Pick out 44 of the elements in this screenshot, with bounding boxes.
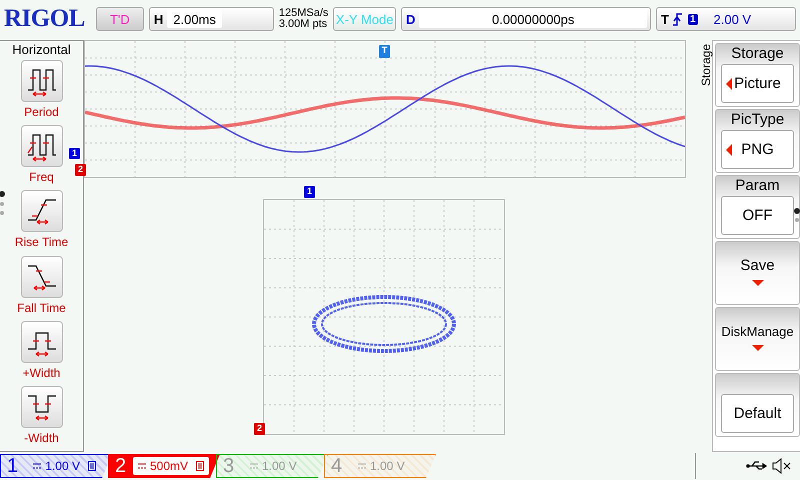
menu-title: Horizontal — [12, 42, 71, 57]
softkey[interactable]: DiskManage — [715, 307, 800, 371]
channel-scale: 500mV — [150, 459, 188, 473]
channel-scale: 1.00 V — [262, 459, 297, 473]
mode-display: X-Y Mode — [333, 7, 396, 31]
menu-label: -Width — [24, 430, 59, 445]
timebase-label: H — [152, 12, 164, 26]
softkey-title: PicType — [730, 110, 784, 130]
softkey-value[interactable]: Picture — [720, 64, 794, 103]
timebase-value: 2.00ms — [167, 10, 222, 28]
menu-title: Storage — [700, 44, 712, 86]
y-channel-marker[interactable]: 2 — [254, 423, 265, 435]
channel-scale: 1.00 V — [370, 459, 405, 473]
trigger-source: 1 — [688, 14, 698, 24]
delay-value: 0.00000000ps — [419, 10, 647, 28]
channel-number: 1 — [7, 454, 20, 478]
channel-tab[interactable]: 2 500mV — [108, 454, 220, 478]
channel-number: 3 — [223, 454, 236, 478]
channel-scale: 1.00 V — [45, 459, 80, 473]
softkey-label: DiskManage — [721, 324, 794, 339]
trigger-level: 2.00 V — [714, 12, 752, 26]
trigger-label: T — [660, 12, 670, 26]
menu-label: Freq — [29, 170, 54, 184]
softkey-value[interactable]: OFF — [720, 196, 794, 235]
channel-number: 2 — [115, 454, 128, 478]
softkey-label: Save — [740, 257, 775, 274]
menu-label: Fall Time — [17, 300, 66, 315]
softkey-value[interactable]: PNG — [720, 130, 794, 169]
brand-logo: RIGOL — [4, 5, 85, 33]
channel-one-marker[interactable]: 1 — [69, 148, 80, 159]
menu-label: Period — [24, 105, 59, 119]
memory-depth: 3.00M pts — [278, 19, 328, 30]
softkey[interactable]: Save — [715, 241, 800, 305]
menu-label: Rise Time — [14, 235, 68, 250]
menu-label: +Width — [22, 366, 60, 380]
channel-number: 4 — [331, 454, 344, 478]
softkey[interactable]: Default — [720, 394, 794, 433]
softkey-title: Storage — [731, 44, 784, 64]
trigger-position-marker[interactable]: T — [379, 45, 390, 58]
delay-label: D — [405, 12, 416, 26]
x-channel-marker[interactable]: 1 — [304, 186, 315, 198]
channel-two-marker[interactable]: 2 — [75, 164, 86, 176]
sample-rate: 125MSa/s — [278, 8, 328, 19]
softkey-title: Param — [735, 176, 780, 196]
